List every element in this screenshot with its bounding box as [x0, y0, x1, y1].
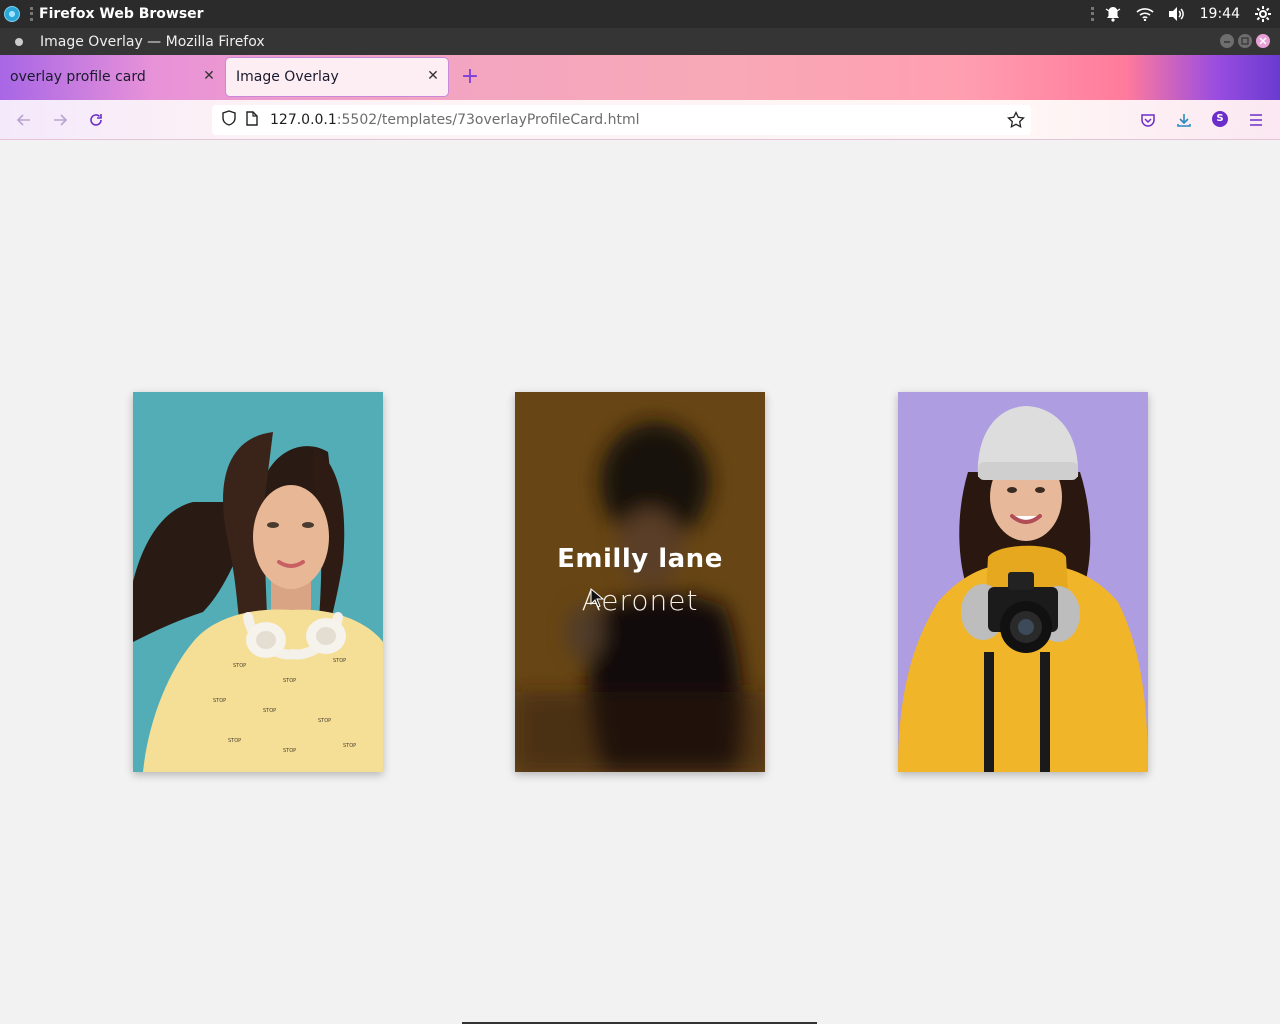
profile-role: Aeronet — [581, 584, 699, 617]
wifi-icon[interactable] — [1136, 5, 1154, 23]
profile-photo-1: STOP STOP STOP STOP STOP STOP STOP STOP STOP — [133, 392, 383, 772]
profile-photo-2-blurred — [515, 392, 765, 772]
navigation-toolbar: 127.0.0.1:5502/templates/73overlayProfil… — [0, 100, 1280, 140]
minimize-button[interactable] — [1220, 34, 1234, 48]
svg-text:STOP: STOP — [333, 658, 346, 664]
tab-overlay-profile-card[interactable]: overlay profile card ✕ — [0, 58, 224, 96]
active-app-name[interactable]: Firefox Web Browser — [39, 6, 204, 22]
profile-card-2-overlay[interactable]: Emilly lane Aeronet — [515, 392, 765, 772]
svg-text:STOP: STOP — [343, 743, 356, 749]
tab-image-overlay[interactable]: Image Overlay ✕ — [226, 58, 448, 96]
window-title: Image Overlay — Mozilla Firefox — [40, 33, 265, 50]
tracking-shield-icon[interactable] — [222, 110, 236, 130]
close-window-button[interactable] — [1256, 34, 1270, 48]
window-menu-dot-icon[interactable] — [15, 37, 23, 46]
tab-label: overlay profile card — [10, 69, 146, 85]
account-avatar[interactable]: S — [1212, 111, 1228, 127]
back-button[interactable] — [14, 110, 34, 130]
tab-label: Image Overlay — [236, 69, 339, 85]
address-bar[interactable]: 127.0.0.1:5502/templates/73overlayProfil… — [212, 105, 1031, 135]
url-host: 127.0.0.1 — [270, 112, 337, 128]
mouse-cursor-icon — [590, 587, 605, 612]
url-path: :5502/templates/73overlayProfileCard.htm… — [336, 112, 640, 128]
firefox-app-icon[interactable] — [4, 6, 20, 22]
tray-grip-icon — [1090, 7, 1094, 21]
page-viewport: STOP STOP STOP STOP STOP STOP STOP STOP STOP — [0, 141, 1280, 1024]
downloads-icon[interactable] — [1174, 110, 1194, 130]
svg-text:STOP: STOP — [213, 698, 226, 704]
profile-card-3[interactable] — [898, 392, 1148, 772]
svg-text:STOP: STOP — [233, 663, 246, 669]
close-tab-icon[interactable]: ✕ — [426, 69, 440, 83]
tab-strip: overlay profile card ✕ Image Overlay ✕ — [0, 55, 1280, 100]
system-top-bar: Firefox Web Browser 19:44 — [0, 0, 1280, 28]
svg-text:STOP: STOP — [318, 718, 331, 724]
settings-gear-icon[interactable] — [1254, 5, 1272, 23]
svg-text:STOP: STOP — [263, 708, 276, 714]
url-text[interactable]: 127.0.0.1:5502/templates/73overlayProfil… — [270, 112, 639, 128]
close-tab-icon[interactable]: ✕ — [202, 69, 216, 83]
reload-button[interactable] — [86, 110, 106, 130]
forward-button[interactable] — [50, 110, 70, 130]
clock[interactable]: 19:44 — [1200, 6, 1240, 22]
profile-card-1[interactable]: STOP STOP STOP STOP STOP STOP STOP STOP STOP — [133, 392, 383, 772]
profile-photo-3 — [898, 392, 1148, 772]
bookmark-star-icon[interactable] — [1007, 110, 1025, 133]
pocket-icon[interactable] — [1138, 110, 1158, 130]
svg-text:STOP: STOP — [283, 748, 296, 754]
drag-grip-icon — [30, 7, 33, 21]
svg-text:STOP: STOP — [283, 678, 296, 684]
new-tab-button[interactable]: + — [460, 66, 480, 88]
maximize-button[interactable] — [1238, 34, 1252, 48]
app-menu-hamburger-icon[interactable] — [1246, 110, 1266, 130]
svg-text:STOP: STOP — [228, 738, 241, 744]
page-info-icon[interactable] — [246, 110, 258, 130]
volume-icon[interactable] — [1168, 5, 1186, 23]
window-title-bar[interactable]: Image Overlay — Mozilla Firefox — [0, 28, 1280, 55]
profile-name: Emilly lane — [557, 544, 723, 574]
notification-bell-icon[interactable] — [1104, 5, 1122, 23]
